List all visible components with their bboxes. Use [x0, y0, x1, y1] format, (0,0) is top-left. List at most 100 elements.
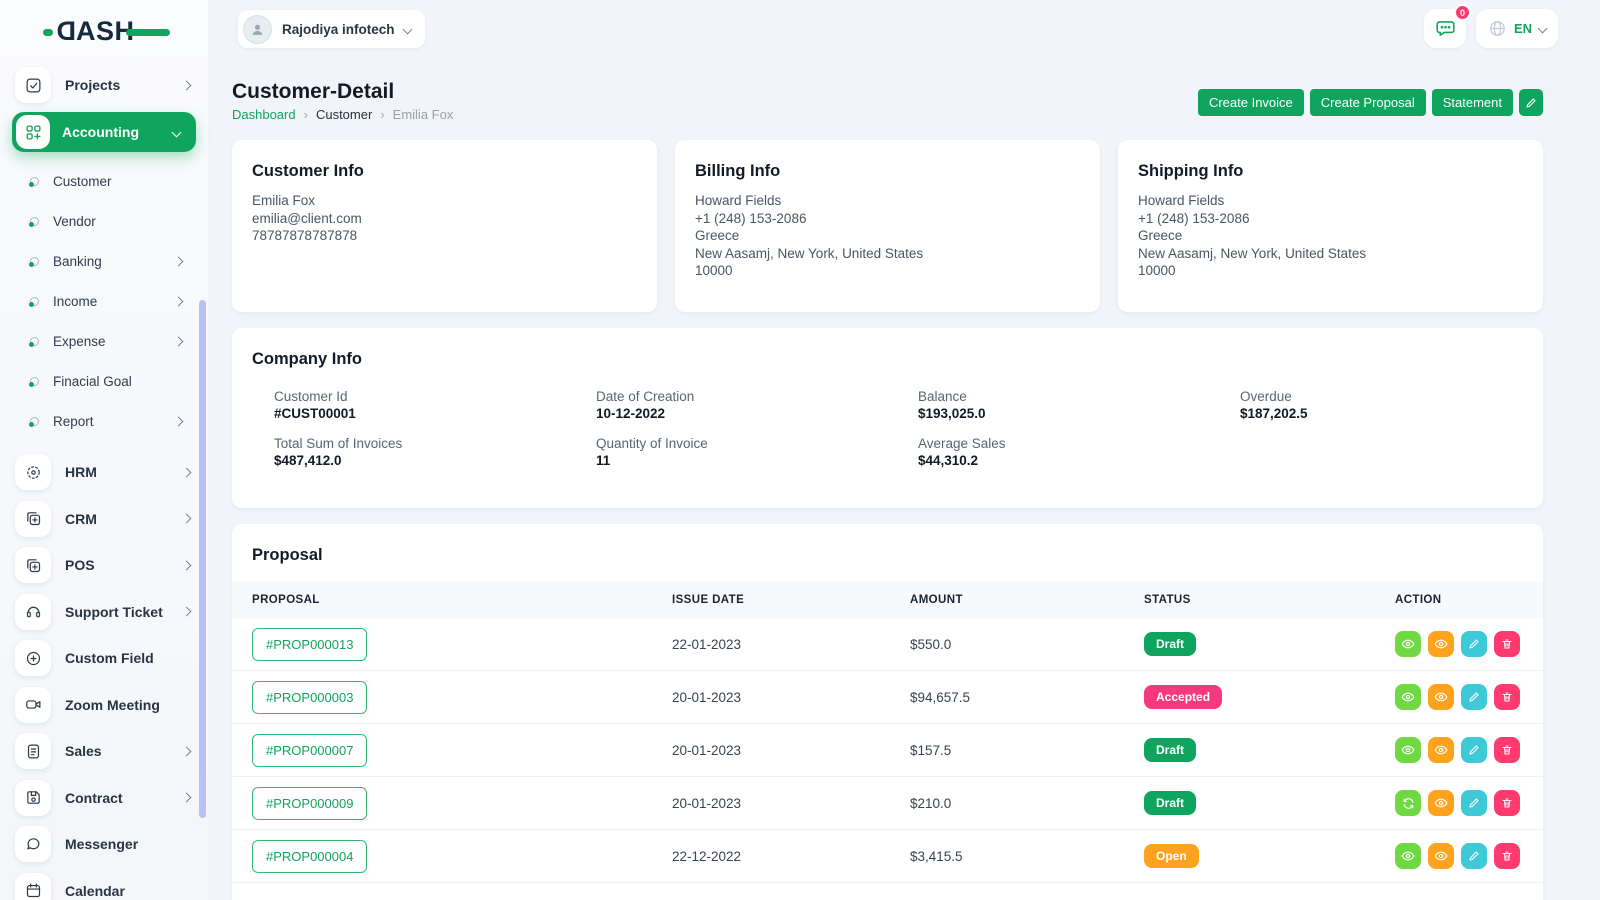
- preview-button[interactable]: [1428, 737, 1454, 763]
- shipping-info-card: Shipping Info Howard Fields +1 (248) 153…: [1118, 140, 1543, 312]
- view-button[interactable]: [1395, 737, 1421, 763]
- row-actions: [1395, 790, 1523, 816]
- view-button[interactable]: [1395, 631, 1421, 657]
- shipping-phone: +1 (248) 153-2086: [1138, 210, 1523, 228]
- shipping-name: Howard Fields: [1138, 192, 1523, 210]
- sidebar-item-calendar[interactable]: Calendar: [0, 868, 208, 900]
- proposal-id-link[interactable]: #PROP000003: [252, 681, 367, 714]
- shipping-country: Greece: [1138, 227, 1523, 245]
- bullet-icon: [30, 297, 39, 306]
- card-title: Billing Info: [695, 162, 1080, 181]
- sidebar-item-report[interactable]: Report: [0, 401, 208, 441]
- edit-button[interactable]: [1461, 684, 1487, 710]
- issue-date: 22-12-2022: [672, 849, 910, 864]
- amount: $94,657.5: [910, 690, 1144, 705]
- workspace-selector[interactable]: Rajodiya infotech: [238, 10, 425, 48]
- edit-button[interactable]: [1461, 737, 1487, 763]
- billing-info-card: Billing Info Howard Fields +1 (248) 153-…: [675, 140, 1100, 312]
- customer-info-card: Customer Info Emilia Fox emilia@client.c…: [232, 140, 657, 312]
- sidebar-item-expense[interactable]: Expense: [0, 321, 208, 361]
- sidebar-item-accounting[interactable]: Accounting: [12, 112, 196, 152]
- edit-button[interactable]: [1461, 790, 1487, 816]
- sidebar-scrollbar[interactable]: [199, 300, 206, 818]
- chevron-right-icon: [174, 256, 184, 266]
- preview-button[interactable]: [1428, 790, 1454, 816]
- sidebar-item-zoom-meeting[interactable]: Zoom Meeting: [0, 682, 208, 729]
- customer-name: Emilia Fox: [252, 192, 637, 210]
- create-invoice-button[interactable]: Create Invoice: [1198, 89, 1304, 116]
- language-selector[interactable]: EN: [1476, 9, 1558, 48]
- delete-button[interactable]: [1494, 631, 1520, 657]
- table-header: PROPOSAL ISSUE DATE AMOUNT STATUS ACTION: [232, 582, 1543, 618]
- edit-button[interactable]: [1461, 843, 1487, 869]
- table-row: #PROP000004 22-12-2022 $3,415.5 Open: [232, 830, 1543, 883]
- status-badge: Draft: [1144, 632, 1196, 656]
- proposal-id-link[interactable]: #PROP000007: [252, 734, 367, 767]
- breadcrumb-current: Emilia Fox: [393, 107, 454, 122]
- billing-country: Greece: [695, 227, 1080, 245]
- proposal-id-link[interactable]: #PROP000009: [252, 787, 367, 820]
- sidebar-item-hrm[interactable]: HRM: [0, 449, 208, 496]
- chevron-down-icon: [172, 127, 182, 137]
- breadcrumb-separator: ›: [304, 107, 308, 122]
- sidebar-item-finacial-goal[interactable]: Finacial Goal: [0, 361, 208, 401]
- row-actions: [1395, 843, 1523, 869]
- squares-plus-icon: [15, 501, 51, 537]
- headset-icon: [15, 594, 51, 630]
- sidebar-item-pos[interactable]: POS: [0, 542, 208, 589]
- delete-button[interactable]: [1494, 684, 1520, 710]
- bullet-icon: [30, 177, 39, 186]
- view-button[interactable]: [1395, 684, 1421, 710]
- sidebar-item-income[interactable]: Income: [0, 281, 208, 321]
- sidebar-item-banking[interactable]: Banking: [0, 241, 208, 281]
- sidebar-item-sales[interactable]: Sales: [0, 728, 208, 775]
- edit-customer-button[interactable]: [1519, 89, 1543, 116]
- delete-button[interactable]: [1494, 843, 1520, 869]
- sidebar-item-messenger[interactable]: Messenger: [0, 821, 208, 868]
- breadcrumb-dashboard[interactable]: Dashboard: [232, 107, 296, 122]
- sidebar-item-custom-field[interactable]: Custom Field: [0, 635, 208, 682]
- edit-button[interactable]: [1461, 631, 1487, 657]
- logo-accent-dot: [43, 29, 53, 36]
- proposal-id-link[interactable]: #PROP000013: [252, 628, 367, 661]
- amount: $157.5: [910, 743, 1144, 758]
- chevron-right-icon: [182, 560, 192, 570]
- sidebar-item-vendor[interactable]: Vendor: [0, 201, 208, 241]
- preview-button[interactable]: [1428, 843, 1454, 869]
- avatar: [243, 15, 272, 44]
- col-issue-date: ISSUE DATE: [672, 594, 910, 606]
- chevron-right-icon: [182, 793, 192, 803]
- brand-logo[interactable]: DASH: [56, 16, 135, 47]
- status-badge: Draft: [1144, 738, 1196, 762]
- field-average-sales: Average Sales $44,310.2: [918, 436, 1240, 468]
- page-actions: Create Invoice Create Proposal Statement: [1198, 89, 1543, 116]
- view-button[interactable]: [1395, 843, 1421, 869]
- sidebar-item-contract[interactable]: Contract: [0, 775, 208, 822]
- preview-button[interactable]: [1428, 684, 1454, 710]
- sidebar-item-support-ticket[interactable]: Support Ticket: [0, 589, 208, 636]
- table-row: #PROP000009 20-01-2023 $210.0 Draft: [232, 777, 1543, 830]
- proposal-id-link[interactable]: #PROP000004: [252, 840, 367, 873]
- notification-badge: 0: [1454, 4, 1471, 21]
- chevron-down-icon: [402, 24, 412, 34]
- create-proposal-button[interactable]: Create Proposal: [1310, 89, 1426, 116]
- col-proposal: PROPOSAL: [252, 594, 672, 606]
- messages-button[interactable]: 0: [1424, 9, 1466, 48]
- statement-button[interactable]: Statement: [1432, 89, 1513, 116]
- convert-button[interactable]: [1395, 790, 1421, 816]
- sidebar-item-customer[interactable]: Customer: [0, 161, 208, 201]
- breadcrumb: Dashboard › Customer › Emilia Fox: [232, 107, 453, 122]
- bullet-icon: [30, 377, 39, 386]
- sidebar-item-crm[interactable]: CRM: [0, 496, 208, 543]
- breadcrumb-customer[interactable]: Customer: [316, 107, 372, 122]
- sidebar-item-projects[interactable]: Projects: [0, 64, 208, 106]
- delete-button[interactable]: [1494, 737, 1520, 763]
- chevron-right-icon: [174, 336, 184, 346]
- field-overdue: Overdue $187,202.5: [1240, 389, 1562, 421]
- grid-plus-icon: [16, 115, 50, 149]
- chevron-right-icon: [182, 80, 192, 90]
- preview-button[interactable]: [1428, 631, 1454, 657]
- delete-button[interactable]: [1494, 790, 1520, 816]
- card-title: Proposal: [232, 546, 1543, 565]
- chevron-right-icon: [174, 296, 184, 306]
